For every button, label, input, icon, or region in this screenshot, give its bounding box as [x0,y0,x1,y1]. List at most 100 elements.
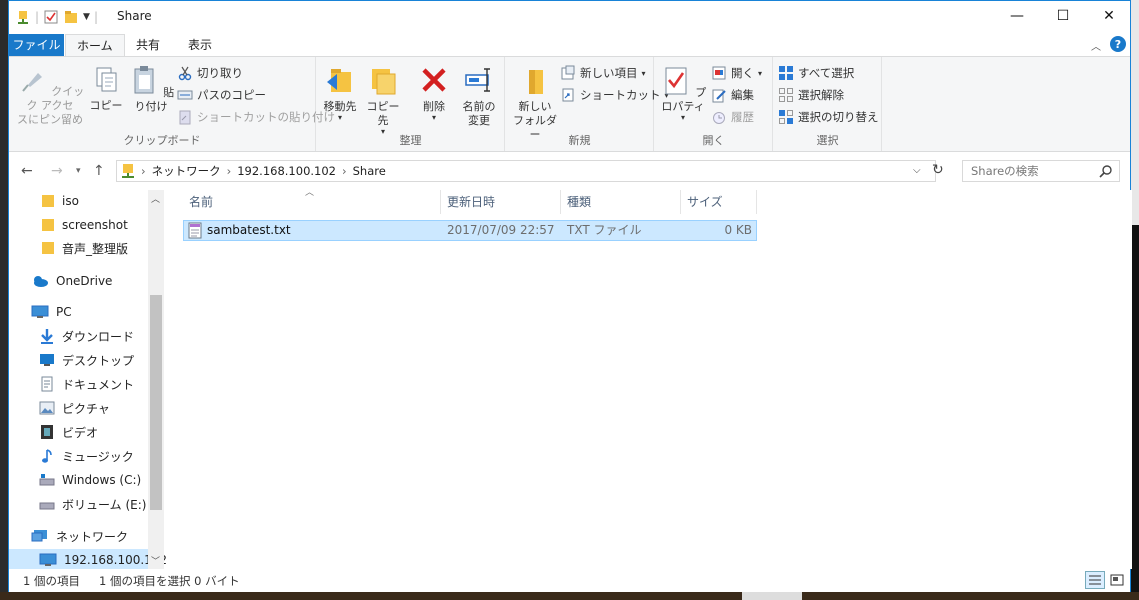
nav-item-label: ボリューム (E:) [62,497,147,512]
nav-item-drive-e[interactable]: ボリューム (E:) [39,493,146,515]
window-title: Share [117,9,152,23]
nav-item-screenshot[interactable]: screenshot [41,214,128,236]
network-location-icon [121,163,135,179]
status-bar: 1 個の項目 1 個の項目を選択 0 バイト [9,569,1130,592]
file-size: 0 KB [724,223,752,237]
open-button[interactable]: 開く ▾ [711,63,762,83]
address-dropdown-icon[interactable]: ⌵ [913,165,921,176]
nav-item-desktop[interactable]: デスクトップ [39,349,134,371]
properties-icon[interactable] [43,9,59,25]
cut-button[interactable]: 切り取り [177,63,243,83]
easy-access-button[interactable]: ショートカット ▾ [560,85,669,105]
minimize-button[interactable]: — [994,1,1040,31]
scrollbar-thumb[interactable] [150,295,162,510]
move-to-label: 移動先 [323,100,357,113]
invert-selection-button[interactable]: 選択の切り替え [778,107,879,127]
recent-locations-icon[interactable]: ▾ [76,166,81,176]
pin-quick-access-button[interactable]: クイック アクセ スにピン留め [15,63,85,127]
select-none-button[interactable]: 選択解除 [778,85,844,105]
tab-home[interactable]: ホーム [65,34,125,56]
maximize-button[interactable]: ☐ [1040,1,1086,31]
nav-item-documents[interactable]: ドキュメント [39,373,134,395]
item-count: 1 個の項目 [23,573,80,588]
new-item-icon [560,65,576,81]
title-bar: | ▼ | Share — ☐ ✕ [9,1,1130,32]
select-none-icon [778,87,794,103]
edit-icon [711,87,727,103]
new-item-label: 新しい項目 [580,66,638,80]
picture-icon [39,401,55,415]
chevron-down-icon[interactable]: ▼ [83,12,90,22]
invert-selection-label: 選択の切り替え [798,110,879,124]
tab-share[interactable]: 共有 [125,34,171,56]
new-folder-button[interactable]: 新しい フォルダー [512,63,558,142]
back-arrow-icon[interactable]: ← [21,163,33,179]
history-button[interactable]: 履歴 [711,107,754,127]
breadcrumb-host[interactable]: 192.168.100.102 [237,164,336,178]
new-folder-icon [519,63,551,97]
scroll-up-icon[interactable]: ︿ [151,192,160,205]
delete-label: 削除 [423,100,445,113]
new-item-button[interactable]: 新しい項目 ▾ [560,63,646,83]
move-to-button[interactable]: 移動先 ▾ [321,63,359,122]
open-icon [711,65,727,81]
nav-item-pictures[interactable]: ピクチャ [39,397,110,419]
nav-item-music[interactable]: ミュージック [39,445,134,467]
copy-to-button[interactable]: コピー先 ▾ [363,63,403,136]
collapse-ribbon-icon[interactable]: ︿ [1091,38,1101,53]
large-icons-view-button[interactable] [1107,571,1127,589]
rename-label: 名前の 変更 [462,100,496,127]
nav-item-iso[interactable]: iso [41,190,79,212]
table-row[interactable]: sambatest.txt 2017/07/09 22:57 TXT ファイル … [183,220,757,241]
help-icon[interactable]: ? [1110,36,1126,52]
nav-item-network[interactable]: ネットワーク [31,525,128,547]
properties-button[interactable]: プロパティ ▾ [659,63,707,122]
paste-button[interactable]: 貼り付け [127,63,175,114]
folder-icon [41,218,55,232]
clipboard-group: クイック アクセ スにピン留め コピー 貼り付け 切り取り パスのコピー ショー… [9,57,335,151]
details-view-button[interactable] [1085,571,1105,589]
new-folder-icon[interactable] [63,9,79,25]
tab-view[interactable]: 表示 [177,34,223,56]
nav-item-pc[interactable]: PC [31,301,72,323]
address-input[interactable]: › ネットワーク › 192.168.100.102 › Share [116,160,936,182]
nav-scrollbar[interactable]: ︿ ﹀ [148,190,164,569]
column-header-size[interactable]: サイズ [681,190,757,214]
nav-item-audio[interactable]: 音声_整理版 [41,237,128,259]
file-type: TXT ファイル [567,223,642,237]
search-input[interactable]: Shareの検索 [962,160,1120,182]
large-icons-view-icon [1110,574,1124,586]
select-all-button[interactable]: すべて選択 [778,63,854,83]
breadcrumb-network[interactable]: ネットワーク [152,163,221,179]
edit-button[interactable]: 編集 [711,85,754,105]
delete-button[interactable]: 削除 ▾ [417,63,451,122]
breadcrumb-separator-icon: › [141,164,146,178]
nav-item-host[interactable]: 192.168.100.102 [9,549,167,571]
select-all-icon [778,65,794,81]
column-header-modified[interactable]: 更新日時 [441,190,561,214]
search-icon[interactable] [1099,164,1113,178]
folder-icon [41,194,55,208]
nav-item-label: ダウンロード [62,329,135,344]
quick-access-toolbar: | ▼ | [15,7,98,27]
tab-file[interactable]: ファイル [9,34,64,56]
rename-button[interactable]: 名前の 変更 [459,63,499,128]
close-button[interactable]: ✕ [1086,1,1132,31]
paste-shortcut-button[interactable]: ショートカットの貼り付け [177,107,335,127]
nav-item-onedrive[interactable]: OneDrive [31,270,112,292]
copy-button[interactable]: コピー [89,63,123,113]
nav-item-downloads[interactable]: ダウンロード [39,325,134,347]
breadcrumb-share[interactable]: Share [353,164,386,178]
text-file-icon [188,222,202,239]
copy-path-button[interactable]: パスのコピー [177,85,266,105]
history-label: 履歴 [731,110,754,124]
column-header-name[interactable]: 名前 [183,190,441,214]
nav-item-videos[interactable]: ビデオ [39,421,98,443]
up-arrow-icon[interactable]: ↑ [93,163,105,179]
refresh-icon[interactable]: ↻ [932,162,944,178]
file-name: sambatest.txt [207,223,291,237]
column-header-type[interactable]: 種類 [561,190,681,214]
forward-arrow-icon[interactable]: → [51,163,63,179]
scroll-down-icon[interactable]: ﹀ [151,554,160,567]
nav-item-drive-c[interactable]: Windows (C:) [39,469,141,491]
